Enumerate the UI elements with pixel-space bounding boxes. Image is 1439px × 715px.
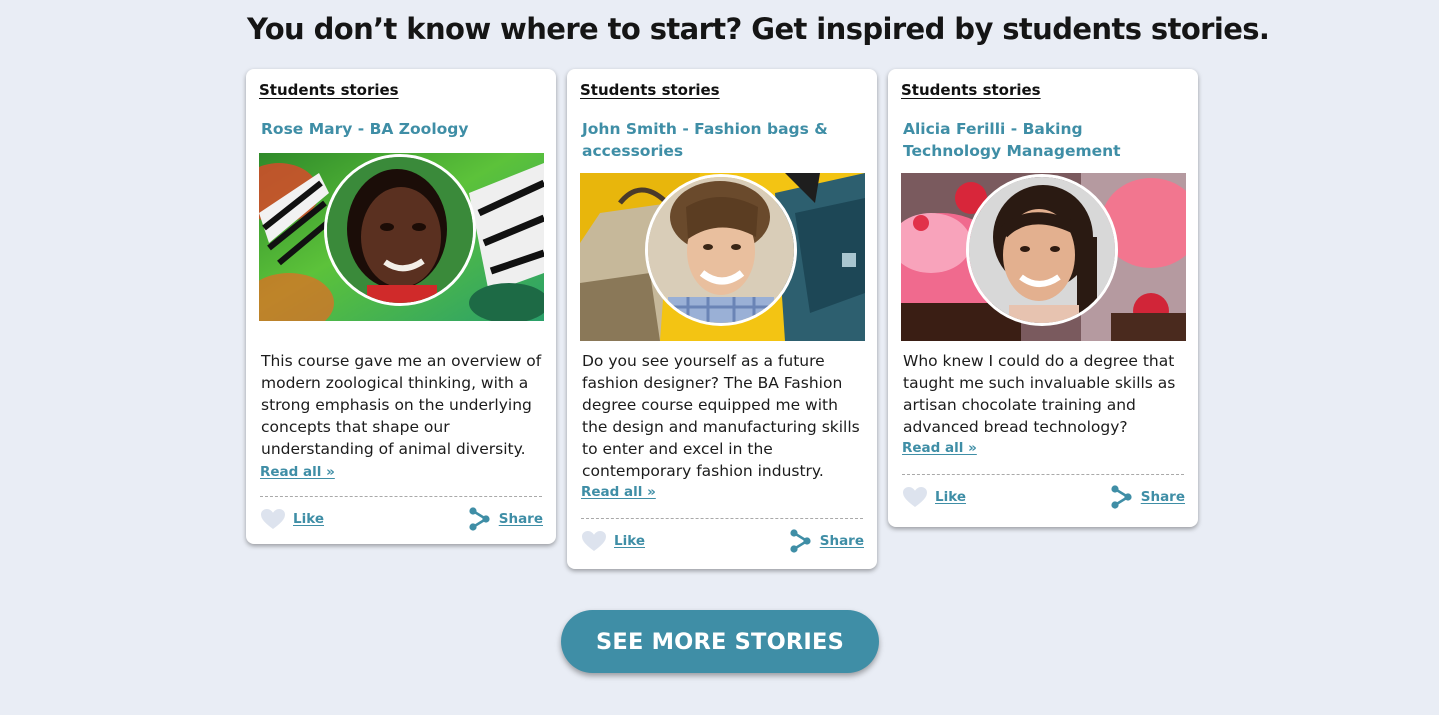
see-more-stories-button[interactable]: SEE MORE STORIES: [561, 610, 879, 673]
share-icon: [1111, 485, 1132, 509]
student-avatar: [645, 174, 797, 326]
section-headline: You don’t know where to start? Get inspi…: [247, 12, 1270, 46]
share-label: Share: [498, 511, 543, 527]
like-button[interactable]: Like: [260, 508, 324, 530]
student-face: [327, 157, 473, 303]
heart-icon: [582, 531, 606, 551]
card-category-label[interactable]: Students stories: [580, 81, 720, 99]
story-card-alicia-ferilli: Students stories Alicia Ferilli - Baking…: [888, 69, 1198, 527]
story-title[interactable]: Rose Mary - BA Zoology: [261, 118, 531, 140]
student-avatar: [966, 174, 1118, 326]
card-footer: Like Share: [260, 507, 543, 534]
like-label: Like: [293, 511, 325, 527]
like-label: Like: [935, 489, 967, 505]
share-label: Share: [1140, 489, 1185, 505]
like-label: Like: [614, 533, 646, 549]
story-excerpt: This course gave me an overview of moder…: [261, 352, 542, 458]
story-photo: [580, 173, 865, 341]
card-footer: Like Share: [581, 529, 864, 556]
card-footer: Like Share: [902, 485, 1185, 512]
like-button[interactable]: Like: [581, 530, 645, 552]
share-button[interactable]: Share: [790, 529, 864, 553]
divider: [902, 474, 1184, 475]
read-all-link[interactable]: Read all »: [260, 464, 335, 480]
story-title[interactable]: Alicia Ferilli - Baking Technology Manag…: [903, 118, 1173, 162]
student-face: [969, 177, 1115, 323]
share-label: Share: [819, 533, 864, 549]
heart-icon: [903, 487, 927, 507]
story-card-rose-mary: Students stories Rose Mary - BA Zoology: [246, 69, 556, 544]
story-photo: [901, 173, 1186, 341]
story-title[interactable]: John Smith - Fashion bags & accessories: [582, 118, 852, 162]
story-card-john-smith: Students stories John Smith - Fashion ba…: [567, 69, 877, 569]
share-button[interactable]: Share: [469, 507, 543, 531]
student-face: [648, 177, 794, 323]
share-button[interactable]: Share: [1111, 485, 1185, 509]
card-category-label[interactable]: Students stories: [901, 81, 1041, 99]
story-excerpt: Do you see yourself as a future fashion …: [582, 352, 860, 480]
student-avatar: [324, 154, 476, 306]
divider: [260, 496, 542, 497]
read-all-link[interactable]: Read all »: [581, 484, 656, 500]
read-all-link[interactable]: Read all »: [902, 440, 977, 456]
divider: [581, 518, 863, 519]
story-excerpt: Who knew I could do a degree that taught…: [903, 352, 1176, 436]
story-photo: [259, 153, 544, 321]
like-button[interactable]: Like: [902, 486, 966, 508]
card-category-label[interactable]: Students stories: [259, 81, 399, 99]
share-icon: [469, 507, 490, 531]
share-icon: [790, 529, 811, 553]
heart-icon: [261, 509, 285, 529]
